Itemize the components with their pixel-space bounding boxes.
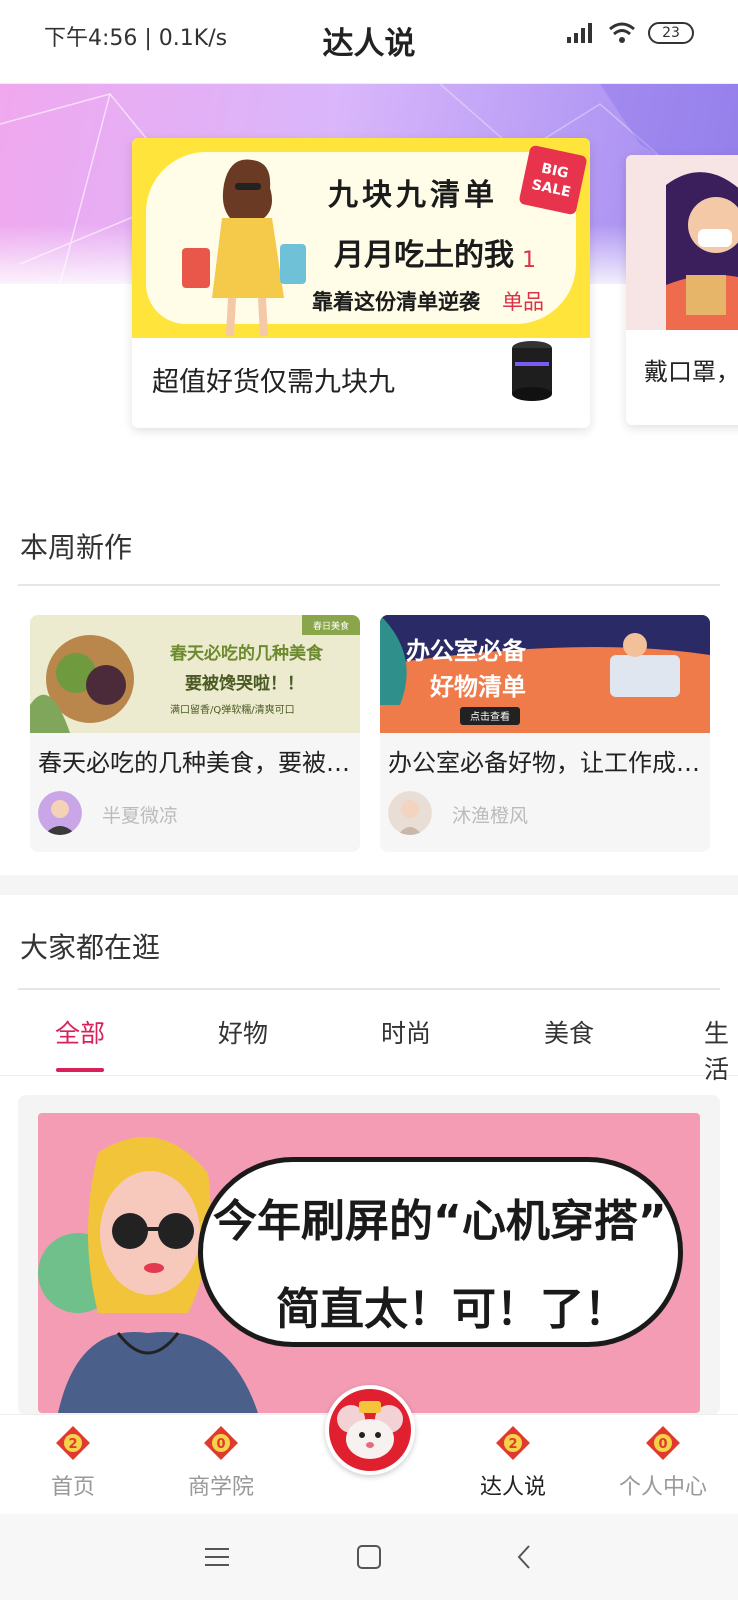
work-image-badge: 春日美食 — [313, 620, 349, 632]
banner-image: 九块九清单 月月吃土的我 靠着这份清单逆袭 1 单品 BIG SALE — [132, 138, 590, 338]
banner-headline-1: 九块九清单 — [328, 178, 498, 213]
feed-headline-1: 今年刷屏的“心机穿搭” — [213, 1196, 667, 1247]
section-title-new-works: 本周新作 — [20, 531, 133, 564]
banner-headline-2: 月月吃土的我 — [334, 238, 514, 273]
nav-item-talent[interactable]: 2 达人说 — [458, 1423, 568, 1501]
menu-icon[interactable] — [202, 1542, 232, 1572]
wifi-icon — [609, 22, 635, 43]
feed-card[interactable]: 今年刷屏的“心机穿搭” 简直太！可！了！ — [18, 1095, 720, 1415]
work-image-text: 好物清单 — [429, 673, 526, 701]
center-mascot-button[interactable] — [325, 1385, 415, 1475]
work-image-text: 办公室必备 — [406, 637, 527, 665]
feed-image: 今年刷屏的“心机穿搭” 简直太！可！了！ — [38, 1113, 700, 1413]
banner-number: 1 — [522, 248, 536, 273]
work-image-text: 要被馋哭啦！！ — [185, 673, 304, 694]
tab-all[interactable]: 全部 — [30, 1014, 130, 1050]
academy-icon: 0 — [204, 1426, 238, 1460]
section-divider — [18, 988, 720, 990]
author-avatar — [388, 791, 432, 835]
work-thumbnail: 春日美食 春天必吃的几种美食 要被馋哭啦！！ 满口留香/Q弹软糯/清爽可口 — [30, 615, 360, 733]
home-square-icon[interactable] — [354, 1542, 384, 1572]
tab-food[interactable]: 美食 — [519, 1014, 619, 1050]
talent-icon: 2 — [496, 1426, 530, 1460]
shopping-girl-illustration — [182, 159, 306, 337]
sale-badge: BIG SALE — [518, 144, 588, 216]
product-lamp-icon — [512, 341, 552, 401]
system-navigation — [0, 1514, 738, 1600]
mask-girl-illustration — [666, 172, 738, 330]
work-title: 春天必吃的几种美食，要被馋哭啦！！ — [38, 749, 356, 777]
work-image-text: 点击查看 — [470, 710, 510, 723]
work-card[interactable]: 点击查看 办公室必备 好物清单 办公室必备好物，让工作成为享受 沐渔橙风 — [380, 615, 710, 852]
banner-card-main[interactable]: 九块九清单 月月吃土的我 靠着这份清单逆袭 1 单品 BIG SALE 超值好货… — [132, 138, 590, 428]
work-thumbnail: 点击查看 办公室必备 好物清单 — [380, 615, 710, 733]
banner-tag: 单品 — [502, 290, 544, 314]
author-name: 半夏微凉 — [102, 805, 179, 827]
nav-label-academy: 商学院 — [187, 1475, 254, 1500]
work-title: 办公室必备好物，让工作成为享受 — [388, 749, 706, 777]
home-icon: 2 — [56, 1426, 90, 1460]
nav-label-talent: 达人说 — [479, 1475, 546, 1500]
active-tab-indicator — [56, 1068, 104, 1072]
status-bar: 下午4:56 | 0.1K/s 达人说 23 — [0, 0, 738, 84]
banner-caption: 超值好货仅需九块九 — [152, 367, 395, 398]
section-gap — [0, 875, 738, 895]
banner-side-image — [626, 155, 738, 330]
author-name: 沐渔橙风 — [452, 805, 529, 827]
tab-life[interactable]: 生活 — [682, 1014, 738, 1086]
nav-label-home: 首页 — [50, 1475, 95, 1500]
banner-card-side[interactable]: 戴口罩， — [626, 155, 738, 425]
author-avatar — [38, 791, 82, 835]
work-image-text: 满口留香/Q弹软糯/清爽可口 — [170, 703, 295, 716]
section-divider — [18, 584, 720, 586]
banner-side-caption: 戴口罩， — [644, 358, 738, 386]
back-icon[interactable] — [510, 1542, 540, 1572]
tab-goods[interactable]: 好物 — [193, 1014, 293, 1050]
svg-text:2: 2 — [68, 1437, 77, 1452]
battery-icon: 23 — [648, 22, 694, 44]
svg-text:2: 2 — [508, 1437, 517, 1452]
work-image-text: 春天必吃的几种美食 — [170, 643, 324, 664]
bottom-navigation: 2 首页 0 商学院 2 达人说 0 个人中心 — [0, 1385, 738, 1514]
mouse-mascot-icon — [337, 1401, 403, 1459]
category-tabs: 全部 好物 时尚 美食 生活 — [0, 1000, 738, 1084]
signal-icon — [567, 23, 592, 43]
svg-text:0: 0 — [658, 1437, 667, 1452]
nav-label-profile: 个人中心 — [618, 1475, 707, 1500]
section-title-browse: 大家都在逛 — [20, 931, 161, 964]
nav-item-academy[interactable]: 0 商学院 — [166, 1423, 276, 1501]
nav-item-profile[interactable]: 0 个人中心 — [608, 1423, 718, 1501]
work-card[interactable]: 春日美食 春天必吃的几种美食 要被馋哭啦！！ 满口留香/Q弹软糯/清爽可口 春天… — [30, 615, 360, 852]
svg-text:0: 0 — [216, 1437, 225, 1452]
status-icons: 23 — [566, 22, 694, 44]
profile-icon: 0 — [646, 1426, 680, 1460]
feed-headline-2: 简直太！可！了！ — [276, 1284, 628, 1335]
banner-headline-3: 靠着这份清单逆袭 — [312, 290, 480, 314]
nav-item-home[interactable]: 2 首页 — [18, 1423, 128, 1501]
tab-fashion[interactable]: 时尚 — [356, 1014, 456, 1050]
